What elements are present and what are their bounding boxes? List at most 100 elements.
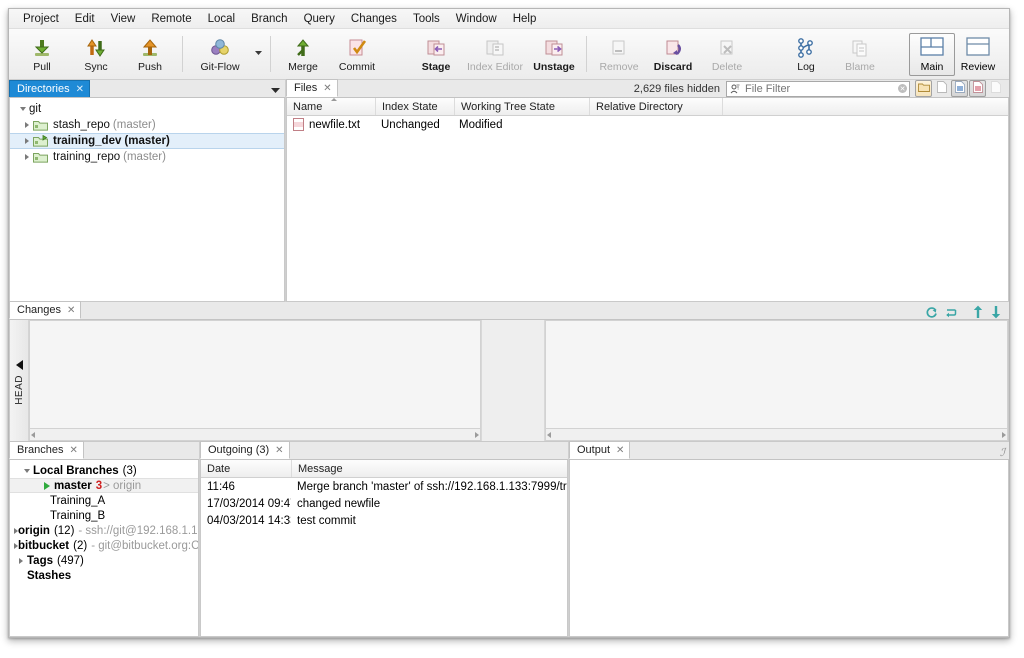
scroll-left-arrow-icon[interactable] (31, 431, 35, 438)
tree-item-stash-repo[interactable]: stash_repo (master) (10, 117, 284, 133)
close-icon[interactable]: ✕ (616, 445, 624, 456)
sync-button[interactable]: Sync (69, 29, 123, 79)
column-header-index-state[interactable]: Index State (376, 98, 455, 115)
clear-x-icon[interactable]: ✕ (898, 84, 907, 93)
table-row[interactable]: 11:46 Merge branch 'master' of ssh://192… (201, 478, 567, 495)
branches-remote-bitbucket[interactable]: bitbucket (2) - git@bitbucket.org:Clean (10, 538, 198, 553)
branches-group-tags[interactable]: Tags (497) (10, 553, 198, 568)
next-change-arrow-icon[interactable] (990, 305, 1002, 319)
remove-button[interactable]: Remove (592, 29, 646, 79)
view-review-button[interactable]: Review (955, 33, 1001, 76)
refresh-icon[interactable] (925, 306, 938, 319)
filter-folder-toggle[interactable] (915, 80, 932, 97)
tab-output[interactable]: Output ✕ (569, 441, 631, 459)
main-toolbar: Pull Sync Push Git-Flow Merge Commit Sta… (9, 29, 1009, 80)
filter-ignored-toggle[interactable] (987, 80, 1004, 97)
horizontal-scrollbar[interactable] (29, 428, 481, 441)
filter-staged-toggle[interactable] (951, 80, 968, 97)
output-console-body[interactable] (569, 460, 1009, 637)
expander-icon[interactable] (20, 138, 33, 144)
diff-content-left[interactable] (29, 320, 481, 428)
branches-group-stashes[interactable]: Stashes (10, 568, 198, 583)
close-icon[interactable]: ✕ (323, 83, 331, 94)
tab-outgoing[interactable]: Outgoing (3) ✕ (200, 441, 290, 459)
column-header-message[interactable]: Message (292, 460, 567, 477)
index-editor-button[interactable]: Index Editor (463, 29, 527, 79)
column-header-date[interactable]: Date (201, 460, 292, 477)
branch-item-training-a[interactable]: Training_A (10, 493, 198, 508)
table-row[interactable]: 17/03/2014 09:47 changed newfile (201, 495, 567, 512)
branches-remote-origin[interactable]: origin (12) - ssh://git@192.168.1.133:79… (10, 523, 198, 538)
menu-item-local[interactable]: Local (200, 11, 244, 27)
pull-button[interactable]: Pull (15, 29, 69, 79)
expander-icon[interactable] (14, 557, 27, 564)
discard-button[interactable]: Discard (646, 29, 700, 79)
commit-button[interactable]: Commit (330, 29, 384, 79)
table-row[interactable]: newfile.txt Unchanged Modified (287, 116, 1008, 133)
close-icon[interactable]: ✕ (76, 84, 84, 95)
file-filter-input[interactable] (743, 81, 896, 96)
menu-item-help[interactable]: Help (505, 11, 545, 27)
stage-button[interactable]: Stage (409, 29, 463, 79)
scroll-right-arrow-icon[interactable] (1002, 431, 1006, 438)
table-row[interactable]: 04/03/2014 14:33 test commit (201, 512, 567, 529)
menu-item-branch[interactable]: Branch (243, 11, 295, 27)
view-main-button[interactable]: Main (909, 32, 955, 76)
merge-button[interactable]: Merge (276, 29, 330, 79)
column-header-relative-directory[interactable]: Relative Directory (590, 98, 723, 115)
menu-item-edit[interactable]: Edit (67, 11, 103, 27)
log-button[interactable]: Log (779, 29, 833, 79)
tab-files[interactable]: Files ✕ (286, 79, 338, 97)
tab-branches[interactable]: Branches ✕ (9, 441, 84, 459)
outgoing-table-body[interactable]: Date Message 11:46 Merge branch 'master'… (200, 460, 568, 637)
directories-tree-body[interactable]: git stash_repo (master) training_dev (ma… (9, 98, 285, 302)
column-header-name[interactable]: Name (287, 98, 376, 115)
tree-item-git[interactable]: git (10, 101, 284, 117)
menu-item-window[interactable]: Window (448, 11, 505, 27)
gitflow-dropdown-button[interactable] (252, 29, 265, 79)
menu-item-tools[interactable]: Tools (405, 11, 448, 27)
italic-info-icon[interactable]: ℐ (1000, 446, 1005, 459)
chevron-down-icon[interactable] (270, 85, 281, 97)
branches-group-local[interactable]: Local Branches (3) (10, 463, 198, 478)
expander-icon[interactable] (16, 107, 29, 111)
tree-item-training-repo[interactable]: training_repo (master) (10, 149, 284, 165)
menu-item-remote[interactable]: Remote (143, 11, 199, 27)
changes-diff-pane-left[interactable] (29, 320, 482, 441)
delete-button[interactable]: Delete (700, 29, 754, 79)
changes-diff-pane-right[interactable] (545, 320, 1008, 441)
horizontal-scrollbar[interactable] (545, 428, 1008, 441)
expander-icon[interactable] (20, 122, 33, 128)
filter-blank-toggle[interactable] (933, 80, 950, 97)
tab-directories[interactable]: Directories ✕ (9, 80, 90, 97)
unstage-button[interactable]: Unstage (527, 29, 581, 79)
branch-item-training-b[interactable]: Training_B (10, 508, 198, 523)
file-filter-field[interactable]: ✕ (726, 80, 910, 97)
menu-item-view[interactable]: View (103, 11, 144, 27)
push-button[interactable]: Push (123, 29, 177, 79)
tree-item-training-dev[interactable]: training_dev (master) (10, 133, 284, 149)
expander-icon[interactable] (20, 154, 33, 160)
close-icon[interactable]: ✕ (67, 305, 75, 316)
menu-item-query[interactable]: Query (296, 11, 343, 27)
menu-item-changes[interactable]: Changes (343, 11, 405, 27)
previous-change-arrow-icon[interactable] (972, 305, 984, 319)
diff-content-right[interactable] (545, 320, 1008, 428)
scroll-left-arrow-icon[interactable] (547, 431, 551, 438)
tab-changes[interactable]: Changes ✕ (9, 301, 82, 319)
word-wrap-icon[interactable] (944, 306, 957, 319)
collapse-left-triangle-icon[interactable] (15, 360, 23, 371)
blame-button[interactable]: Blame (833, 29, 887, 79)
head-revision-strip[interactable]: HEAD (10, 320, 29, 441)
gitflow-button[interactable]: Git-Flow (188, 29, 252, 79)
branch-item-master[interactable]: master 3 > origin (10, 478, 198, 493)
close-icon[interactable]: ✕ (69, 445, 77, 456)
menu-item-project[interactable]: Project (15, 11, 67, 27)
expander-icon[interactable] (20, 468, 33, 473)
scroll-right-arrow-icon[interactable] (475, 431, 479, 438)
column-header-working-tree-state[interactable]: Working Tree State (455, 98, 590, 115)
files-table-body[interactable]: Name Index State Working Tree State Rela… (286, 98, 1009, 302)
close-icon[interactable]: ✕ (275, 445, 283, 456)
filter-modified-toggle[interactable] (969, 80, 986, 97)
branches-tree-body[interactable]: Local Branches (3) master 3 > origin Tra… (9, 460, 199, 637)
